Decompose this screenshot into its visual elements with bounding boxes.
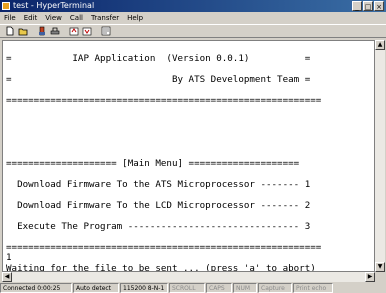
terminal-line: Waiting for the file to be sent ... (pre… xyxy=(6,262,316,272)
status-caps: CAPS xyxy=(206,283,232,293)
status-settings: 115200 8-N-1 xyxy=(120,283,168,293)
disconnect-icon[interactable] xyxy=(49,26,60,37)
status-connected: Connected 0:00:25 xyxy=(0,283,72,293)
window-title: test - HyperTerminal xyxy=(13,1,95,10)
terminal-line: = IAP Application (Version 0.0.1) = xyxy=(6,52,311,64)
menu-file[interactable]: File xyxy=(0,12,20,24)
vertical-scrollbar[interactable]: ▲ ▼ xyxy=(375,40,385,272)
terminal-line: Download Firmware To the ATS Microproces… xyxy=(6,178,311,190)
terminal-line: ========================================… xyxy=(6,94,322,106)
status-bar: Connected 0:00:25 Auto detect 115200 8-N… xyxy=(0,283,386,293)
terminal-line: ========================================… xyxy=(6,241,322,253)
open-icon[interactable] xyxy=(17,26,28,37)
menu-call[interactable]: Call xyxy=(66,12,87,24)
terminal-line: = By ATS Development Team = xyxy=(6,73,311,85)
terminal-line: ==================== [Main Menu] =======… xyxy=(6,157,300,169)
dial-icon[interactable] xyxy=(36,26,47,37)
status-capture: Capture xyxy=(258,283,292,293)
minimize-button[interactable]: _ xyxy=(352,1,362,11)
receive-icon[interactable] xyxy=(81,26,92,37)
status-num: NUM xyxy=(233,283,257,293)
status-scroll: SCROLL xyxy=(169,283,205,293)
status-detect: Auto detect xyxy=(73,283,119,293)
hyperterminal-icon xyxy=(2,2,10,10)
scroll-left-arrow-icon[interactable]: ◀ xyxy=(2,272,12,282)
terminal-screen[interactable]: = IAP Application (Version 0.0.1) = = By… xyxy=(2,40,375,272)
properties-icon[interactable] xyxy=(100,26,111,37)
status-print-echo: Print echo xyxy=(293,283,333,293)
maximize-button[interactable]: □ xyxy=(363,1,373,11)
close-button[interactable]: × xyxy=(374,1,384,11)
new-icon[interactable] xyxy=(4,26,15,37)
send-icon[interactable] xyxy=(68,26,79,37)
scroll-up-arrow-icon[interactable]: ▲ xyxy=(375,40,385,50)
horizontal-scrollbar[interactable]: ◀ ▶ xyxy=(2,272,375,282)
menu-bar: File Edit View Call Transfer Help xyxy=(0,12,386,24)
terminal-line: Download Firmware To the LCD Microproces… xyxy=(6,199,311,211)
menu-transfer[interactable]: Transfer xyxy=(87,12,123,24)
scroll-down-arrow-icon[interactable]: ▼ xyxy=(375,262,385,272)
menu-help[interactable]: Help xyxy=(123,12,147,24)
scroll-right-arrow-icon[interactable]: ▶ xyxy=(365,272,375,282)
toolbar xyxy=(0,24,386,38)
title-bar: test - HyperTerminal _ □ × xyxy=(0,0,386,12)
menu-edit[interactable]: Edit xyxy=(20,12,42,24)
terminal-line: Execute The Program --------------------… xyxy=(6,220,311,232)
terminal-line: 1 xyxy=(6,252,12,263)
terminal-output: = IAP Application (Version 0.0.1) = = By… xyxy=(3,41,374,272)
menu-view[interactable]: View xyxy=(41,12,66,24)
